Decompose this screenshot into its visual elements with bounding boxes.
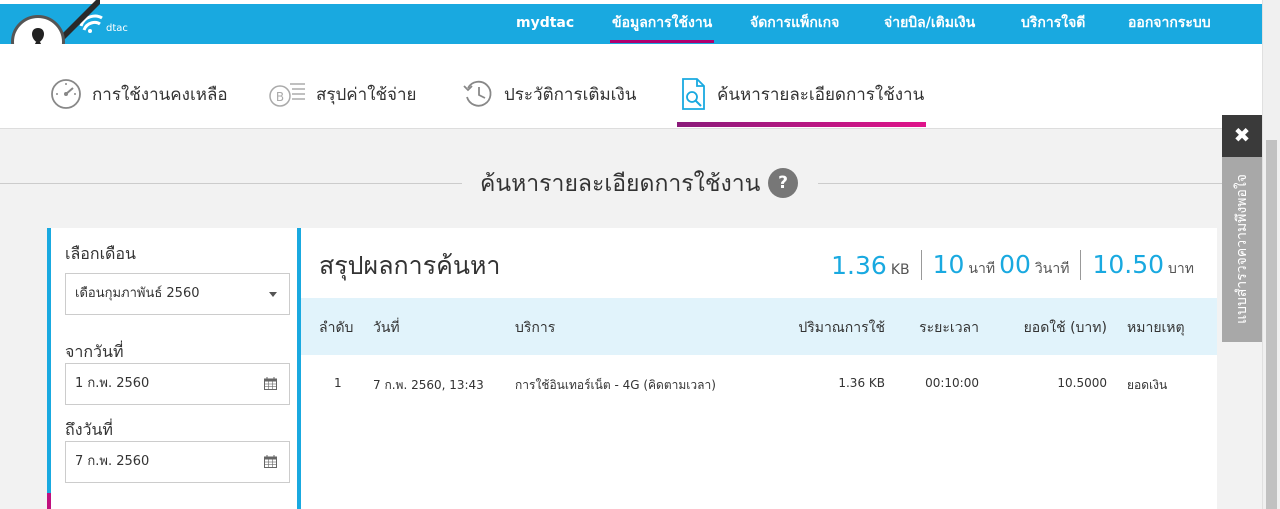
from-date-value: 1 ก.พ. 2560 [75,376,150,391]
chevron-down-icon [269,292,277,297]
topnav-usage-info[interactable]: ข้อมูลการใช้งาน [609,0,715,44]
speedometer-icon [51,79,81,109]
feedback-survey-label: แบบสำรวจความพึงพอใจ [1234,174,1250,324]
subnav-label: ค้นหารายละเอียดการใช้งาน [717,84,925,105]
seconds-value: 00 [999,250,1031,279]
data-usage-value: 1.36 [831,250,887,280]
col-header-date: วันที่ [373,320,400,336]
top-navbar: dtac mydtac ข้อมูลการใช้งาน จัดการแพ็กเก… [0,0,1262,44]
month-select-value: เดือนกุมภาพันธ์ 2560 [75,286,200,301]
title-divider-left [0,183,462,184]
scrollbar-thumb[interactable] [1266,140,1277,509]
dtac-logo-icon [79,14,103,33]
subnav-expense-summary[interactable]: B สรุปค่าใช้จ่าย [268,74,417,114]
subnav-label: ประวัติการเติมเงิน [504,84,637,105]
next-section-marker [47,493,51,509]
col-header-service: บริการ [515,320,556,336]
brand-name: dtac [106,23,128,34]
col-header-remark: หมายเหตุ [1127,320,1185,336]
topnav-pay-topup[interactable]: จ่ายบิล/เติมเงิน [884,0,975,44]
data-usage-stat: 1.36 KB [820,251,920,280]
from-date-label: จากวันที่ [65,342,124,361]
feedback-survey-tab[interactable]: แบบสำรวจความพึงพอใจ [1222,157,1262,342]
title-divider-right [818,183,1262,184]
topnav-logout[interactable]: ออกจากระบบ [1128,0,1211,44]
svg-text:B: B [276,90,284,104]
search-results-panel: สรุปผลการค้นหา 1.36 KB 10 นาที 00 วินาที… [297,228,1217,509]
cost-value: 10.50 [1092,250,1165,279]
col-header-no: ลำดับ [319,320,354,336]
to-date-label: ถึงวันที่ [65,420,113,439]
col-header-amount: ยอดใช้ (บาท) [1023,320,1107,336]
bill-icon: B [269,83,305,107]
cost-stat: 10.50 บาท [1080,250,1205,280]
calendar-icon[interactable] [264,377,277,390]
usage-subnav: การใช้งานคงเหลือ B สรุปค่าใช้จ่าย ประวัต… [0,44,1262,129]
to-date-value: 7 ก.พ. 2560 [75,454,150,469]
subnav-remaining-usage[interactable]: การใช้งานคงเหลือ [50,74,228,114]
duration-stat: 10 นาที 00 วินาที [920,250,1081,280]
history-icon [463,80,492,107]
document-search-icon [682,78,705,110]
topnav-jaidee-service[interactable]: บริการใจดี [1021,0,1085,44]
from-date-input[interactable]: 1 ก.พ. 2560 [65,363,290,405]
data-usage-unit: KB [890,261,910,278]
col-header-volume: ปริมาณการใช้ [798,320,885,336]
help-icon[interactable]: ? [768,168,798,198]
subnav-label: สรุปค่าใช้จ่าย [316,84,417,105]
to-date-input[interactable]: 7 ก.พ. 2560 [65,441,290,483]
seconds-unit: วินาที [1034,261,1070,277]
topnav-mydtac[interactable]: mydtac [516,0,574,44]
page-title: ค้นหารายละเอียดการใช้งาน [480,171,761,197]
page-title-row: ค้นหารายละเอียดการใช้งาน ? [0,160,1262,206]
subnav-topup-history[interactable]: ประวัติการเติมเงิน [462,74,636,114]
cell-volume: 1.36 KB [838,376,885,390]
subnav-label: การใช้งานคงเหลือ [92,84,228,105]
dtac-logo[interactable]: dtac [78,12,128,34]
results-summary-stats: 1.36 KB 10 นาที 00 วินาที 10.50 บาท [820,248,1205,282]
cell-remark: ยอดเงิน [1127,378,1168,392]
cell-no: 1 [334,376,342,390]
cell-duration: 00:10:00 [925,376,979,390]
subnav-usage-search[interactable]: ค้นหารายละเอียดการใช้งาน [676,74,927,127]
minutes-value: 10 [932,250,965,279]
results-table-header: ลำดับ วันที่ บริการ ปริมาณการใช้ ระยะเวล… [301,298,1217,355]
cell-amount: 10.5000 [1057,376,1107,390]
cell-date: 7 ก.พ. 2560, 13:43 [373,378,484,392]
topnav-manage-package[interactable]: จัดการแพ็กเกจ [750,0,839,44]
feedback-close-button[interactable]: ✖ [1222,115,1262,157]
cost-unit: บาท [1168,261,1194,277]
calendar-icon[interactable] [264,455,277,468]
page-scrollbar[interactable] [1262,0,1280,509]
month-select[interactable]: เดือนกุมภาพันธ์ 2560 [65,273,290,315]
minutes-unit: นาที [968,261,996,277]
cell-service: การใช้อินเทอร์เน็ต - 4G (คิดตามเวลา) [515,378,716,392]
col-header-duration: ระยะเวลา [919,320,979,336]
month-label: เลือกเดือน [65,244,136,263]
search-filter-panel: เลือกเดือน เดือนกุมภาพันธ์ 2560 จากวันที… [47,228,297,509]
results-title: สรุปผลการค้นหา [319,251,501,280]
